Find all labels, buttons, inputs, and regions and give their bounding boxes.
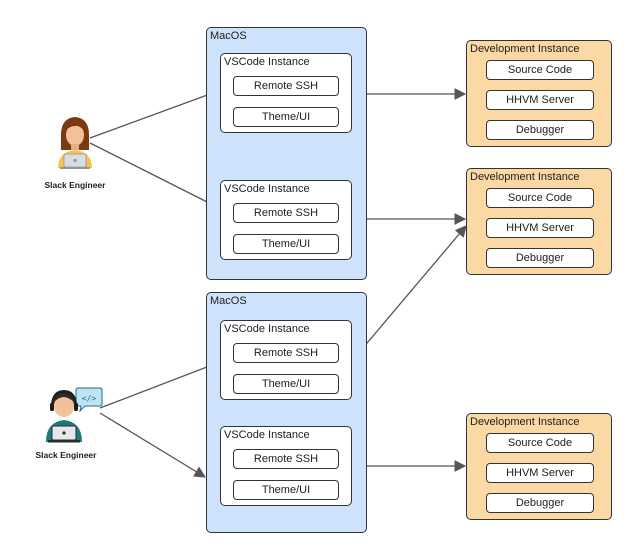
debugger-item: Debugger	[486, 493, 594, 513]
female-engineer-laptop-icon	[58, 117, 92, 169]
dev-instance-title: Development Instance	[470, 171, 580, 183]
source-code-item: Source Code	[486, 188, 594, 208]
dev-instance-title: Development Instance	[470, 416, 580, 428]
debugger-item: Debugger	[486, 120, 594, 140]
male-developer-headset-code-icon: </>	[46, 387, 103, 443]
theme-ui-item: Theme/UI	[233, 480, 339, 500]
vscode-title: VSCode Instance	[224, 429, 310, 441]
arrow-vscode3-dev2	[350, 225, 467, 363]
hhvm-server-item: HHVM Server	[486, 463, 594, 483]
remote-ssh-item: Remote SSH	[233, 449, 339, 469]
dev-instance-title: Development Instance	[470, 43, 580, 55]
vscode-title: VSCode Instance	[224, 323, 310, 335]
theme-ui-item: Theme/UI	[233, 374, 339, 394]
hhvm-server-item: HHVM Server	[486, 218, 594, 238]
theme-ui-item: Theme/UI	[233, 107, 339, 127]
engineer-2-label: Slack Engineer	[35, 450, 97, 460]
vscode-title: VSCode Instance	[224, 56, 310, 68]
remote-ssh-item: Remote SSH	[233, 343, 339, 363]
remote-ssh-item: Remote SSH	[233, 203, 339, 223]
engineer-2: </>	[38, 382, 108, 444]
source-code-item: Source Code	[486, 60, 594, 80]
macos-title: MacOS	[210, 30, 247, 42]
arrow-engineer2-vscode3	[99, 360, 222, 409]
vscode-instance-3: VSCode Instance Remote SSH Theme/UI	[220, 320, 352, 400]
vscode-instance-2: VSCode Instance Remote SSH Theme/UI	[220, 180, 352, 260]
engineer-1-label: Slack Engineer	[44, 180, 106, 190]
vscode-title: VSCode Instance	[224, 183, 310, 195]
source-code-item: Source Code	[486, 433, 594, 453]
dev-instance-3: Development Instance Source Code HHVM Se…	[466, 413, 612, 520]
debugger-item: Debugger	[486, 248, 594, 268]
vscode-instance-1: VSCode Instance Remote SSH Theme/UI	[220, 53, 352, 133]
hhvm-server-item: HHVM Server	[486, 90, 594, 110]
arrow-engineer2-vscode4	[99, 412, 206, 478]
theme-ui-item: Theme/UI	[233, 234, 339, 254]
remote-ssh-item: Remote SSH	[233, 76, 339, 96]
vscode-instance-4: VSCode Instance Remote SSH Theme/UI	[220, 426, 352, 506]
svg-text:</>: </>	[82, 394, 97, 403]
macos-title: MacOS	[210, 295, 247, 307]
dev-instance-1: Development Instance Source Code HHVM Se…	[466, 40, 612, 147]
dev-instance-2: Development Instance Source Code HHVM Se…	[466, 168, 612, 275]
engineer-1	[40, 110, 110, 170]
